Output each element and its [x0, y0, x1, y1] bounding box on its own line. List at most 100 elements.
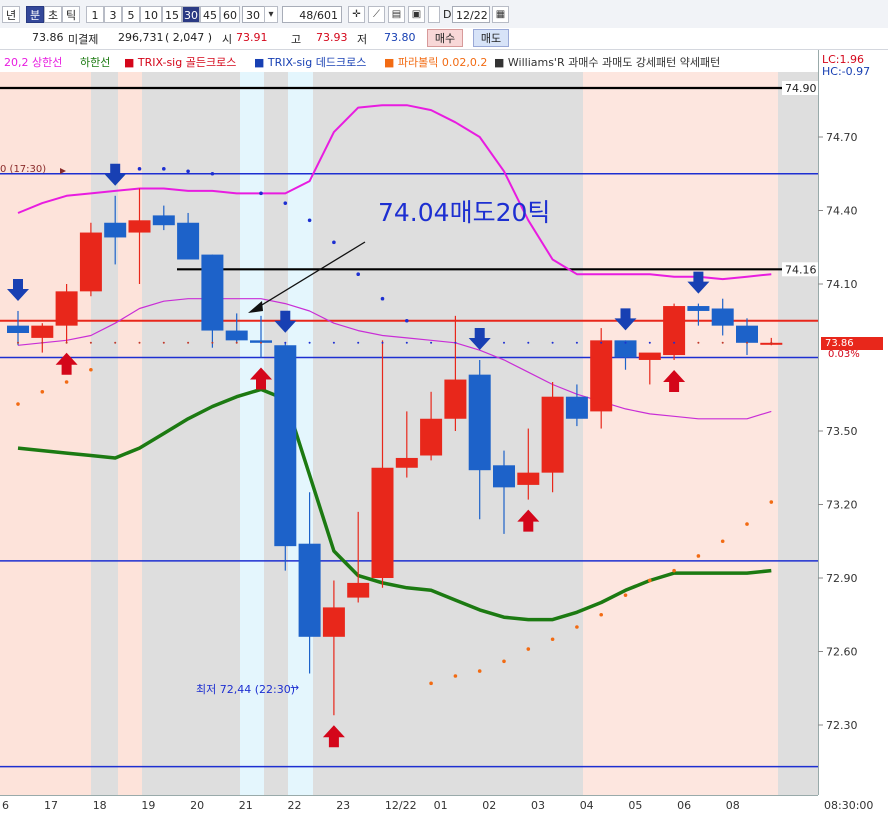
x-tick-label: 06 — [677, 799, 691, 812]
x-tick-label: 17 — [44, 799, 58, 812]
sar-dot — [526, 647, 531, 651]
candle-body — [638, 352, 661, 360]
trix-dot — [454, 341, 457, 344]
candle-body — [517, 472, 540, 485]
sar-dot — [64, 380, 69, 384]
sar-dot — [332, 240, 336, 245]
trix-dot — [551, 341, 554, 344]
candle-body — [687, 306, 710, 311]
x-tick-label: 08 — [726, 799, 740, 812]
trix-dot — [575, 341, 578, 344]
sar-dot — [283, 201, 288, 205]
trix-dot — [187, 341, 190, 344]
sar-dot — [648, 578, 652, 583]
x-tick-label: 23 — [336, 799, 350, 812]
candle-body — [736, 325, 758, 343]
sar-dot — [210, 171, 215, 176]
x-tick-label: 19 — [141, 799, 155, 812]
candle-body — [7, 325, 29, 333]
sar-dot — [623, 593, 628, 597]
candle-body — [347, 582, 370, 598]
candle-body — [104, 222, 127, 238]
trix-dot — [381, 341, 384, 344]
trix-dot — [527, 341, 530, 344]
price-chart: 74.70 74.40 74.10 73.50 73.20 72.90 72.60 72.30… — [0, 72, 873, 812]
x-tick-label: 18 — [93, 799, 107, 812]
candle-body — [444, 379, 467, 419]
y-tick-label: 74.10 — [826, 278, 858, 291]
x-tick-label: 21 — [239, 799, 253, 812]
candle-body — [298, 543, 321, 637]
candle-body — [711, 308, 734, 326]
sar-dot — [89, 367, 93, 372]
sar-dot — [162, 167, 166, 171]
sar-dot — [477, 669, 482, 673]
trix-dot — [17, 341, 19, 344]
x-tick-label: 02 — [482, 799, 496, 812]
marked-level-label: 74.90 — [785, 82, 817, 95]
candle-body — [128, 220, 151, 233]
price-change: 0.03% — [828, 349, 860, 360]
trix-dot — [673, 341, 676, 344]
y-tick-label: 74.70 — [826, 131, 858, 144]
trix-dot — [697, 341, 700, 344]
sell-note-annotation: 74.04매도20틱 — [378, 198, 551, 227]
candle-body — [55, 291, 78, 326]
y-tick-label: 72.60 — [826, 646, 858, 659]
trix-dot — [357, 341, 360, 344]
session-region — [778, 72, 818, 795]
sar-dot — [16, 402, 20, 406]
lowest-note-annotation: 최저 72,44 (22:30) — [196, 683, 296, 696]
y-tick-label: 72.30 — [826, 719, 858, 732]
candle-body — [565, 396, 588, 419]
trix-dot — [89, 341, 92, 344]
sar-dot — [550, 637, 555, 642]
trix-dot — [235, 341, 238, 344]
candle-body — [177, 222, 200, 260]
x-corner-label: 08:30:00 — [824, 799, 873, 812]
x-tick-label: 6 — [2, 799, 9, 812]
candle-body — [395, 457, 418, 468]
trix-dot — [648, 341, 651, 344]
sar-dot — [575, 625, 579, 629]
sar-dot — [356, 272, 361, 277]
trix-dot — [624, 341, 627, 344]
arrow-right-icon: → — [290, 681, 300, 694]
sar-dot — [696, 554, 701, 558]
candle-body — [274, 345, 297, 547]
sar-dot — [599, 612, 603, 617]
candle-body — [468, 374, 491, 471]
sar-dot — [672, 568, 676, 573]
x-tick-label: 22 — [288, 799, 302, 812]
x-tick-label: 03 — [531, 799, 545, 812]
y-tick-label: 74.40 — [826, 205, 858, 218]
candle-body — [31, 325, 54, 338]
candle-body — [79, 232, 102, 292]
candle-body — [493, 465, 515, 488]
sar-dot — [186, 169, 190, 174]
trix-dot — [770, 341, 773, 344]
trix-dot — [600, 341, 603, 344]
trix-dot — [211, 341, 214, 344]
trix-dot — [405, 341, 408, 344]
candle-body — [541, 396, 564, 473]
sar-dot — [137, 167, 142, 171]
sar-dot — [307, 218, 312, 223]
sar-dot — [40, 390, 45, 394]
sar-dot — [745, 522, 749, 526]
y-tick-label: 73.20 — [826, 499, 858, 512]
candle — [79, 222, 102, 297]
marked-level-label: 74.16 — [785, 263, 817, 276]
trix-dot — [65, 341, 68, 344]
candle-body — [322, 607, 345, 637]
trix-dot — [260, 341, 262, 344]
candle-body — [225, 330, 248, 341]
y-tick-label: 73.50 — [826, 425, 858, 438]
trix-dot — [162, 341, 165, 344]
session-region — [118, 72, 142, 795]
session-region — [0, 72, 91, 795]
candle — [274, 342, 297, 571]
trix-dot — [308, 341, 311, 344]
trix-dot — [746, 341, 748, 344]
candle-body — [152, 215, 175, 226]
